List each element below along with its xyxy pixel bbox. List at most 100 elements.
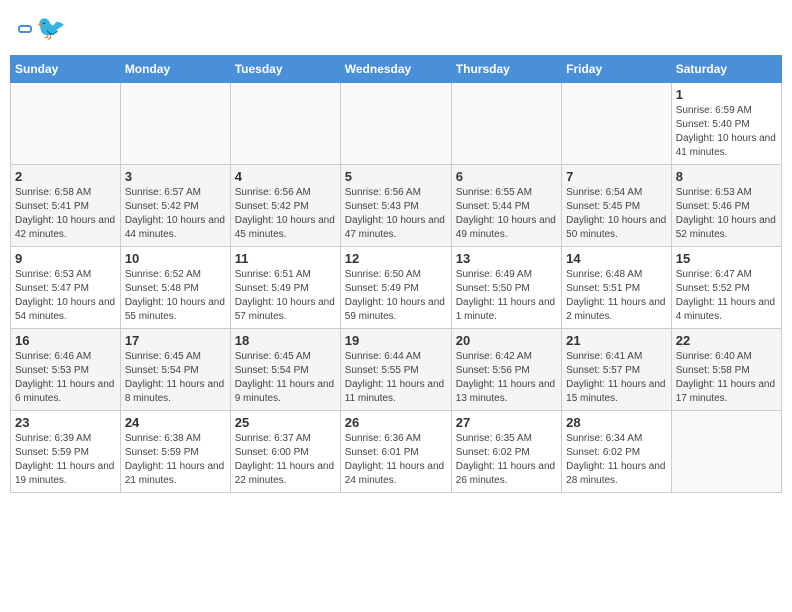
- day-number: 17: [125, 333, 226, 348]
- day-info: Sunrise: 6:52 AM Sunset: 5:48 PM Dayligh…: [125, 268, 226, 324]
- day-number: 25: [235, 415, 336, 430]
- day-number: 19: [345, 333, 447, 348]
- day-info: Sunrise: 6:40 AM Sunset: 5:58 PM Dayligh…: [676, 350, 777, 406]
- col-thursday: Thursday: [451, 56, 561, 83]
- calendar-cell: 2 Sunrise: 6:58 AM Sunset: 5:41 PM Daylig…: [11, 165, 121, 247]
- calendar-cell: 10 Sunrise: 6:52 AM Sunset: 5:48 PM Dayli…: [120, 247, 230, 329]
- day-number: 6: [456, 169, 557, 184]
- calendar-cell: 14 Sunrise: 6:48 AM Sunset: 5:51 PM Dayli…: [562, 247, 672, 329]
- day-number: 3: [125, 169, 226, 184]
- calendar-cell: 12 Sunrise: 6:50 AM Sunset: 5:49 PM Dayli…: [340, 247, 451, 329]
- day-info: Sunrise: 6:37 AM Sunset: 6:00 PM Dayligh…: [235, 432, 336, 488]
- calendar-cell: 21 Sunrise: 6:41 AM Sunset: 5:57 PM Dayli…: [562, 329, 672, 411]
- calendar-cell: 19 Sunrise: 6:44 AM Sunset: 5:55 PM Dayli…: [340, 329, 451, 411]
- calendar-cell: 23 Sunrise: 6:39 AM Sunset: 5:59 PM Dayli…: [11, 411, 121, 493]
- day-info: Sunrise: 6:56 AM Sunset: 5:43 PM Dayligh…: [345, 186, 447, 242]
- calendar-cell: 5 Sunrise: 6:56 AM Sunset: 5:43 PM Daylig…: [340, 165, 451, 247]
- calendar-cell: [11, 83, 121, 165]
- day-info: Sunrise: 6:46 AM Sunset: 5:53 PM Dayligh…: [15, 350, 116, 406]
- day-info: Sunrise: 6:39 AM Sunset: 5:59 PM Dayligh…: [15, 432, 116, 488]
- day-info: Sunrise: 6:53 AM Sunset: 5:46 PM Dayligh…: [676, 186, 777, 242]
- calendar-cell: 16Sunrise: 6:46 AM Sunset: 5:53 PM Dayli…: [11, 329, 121, 411]
- day-number: 28: [566, 415, 667, 430]
- day-info: Sunrise: 6:45 AM Sunset: 5:54 PM Dayligh…: [235, 350, 336, 406]
- day-number: 15: [676, 251, 777, 266]
- calendar-cell: 27 Sunrise: 6:35 AM Sunset: 6:02 PM Dayli…: [451, 411, 561, 493]
- day-info: Sunrise: 6:54 AM Sunset: 5:45 PM Dayligh…: [566, 186, 667, 242]
- calendar-cell: 11 Sunrise: 6:51 AM Sunset: 5:49 PM Dayli…: [230, 247, 340, 329]
- col-sunday: Sunday: [11, 56, 121, 83]
- day-info: Sunrise: 6:53 AM Sunset: 5:47 PM Dayligh…: [15, 268, 116, 324]
- calendar-cell: 3 Sunrise: 6:57 AM Sunset: 5:42 PM Daylig…: [120, 165, 230, 247]
- calendar-cell: 18Sunrise: 6:45 AM Sunset: 5:54 PM Dayli…: [230, 329, 340, 411]
- calendar-cell: 13Sunrise: 6:49 AM Sunset: 5:50 PM Dayli…: [451, 247, 561, 329]
- day-number: 21: [566, 333, 667, 348]
- calendar-cell: [562, 83, 672, 165]
- day-info: Sunrise: 6:50 AM Sunset: 5:49 PM Dayligh…: [345, 268, 447, 324]
- day-number: 11: [235, 251, 336, 266]
- calendar-week-row: 2 Sunrise: 6:58 AM Sunset: 5:41 PM Daylig…: [11, 165, 782, 247]
- day-number: 20: [456, 333, 557, 348]
- day-number: 1: [676, 87, 777, 102]
- calendar-cell: 4 Sunrise: 6:56 AM Sunset: 5:42 PM Daylig…: [230, 165, 340, 247]
- calendar-week-row: 9 Sunrise: 6:53 AM Sunset: 5:47 PM Daylig…: [11, 247, 782, 329]
- day-info: Sunrise: 6:35 AM Sunset: 6:02 PM Dayligh…: [456, 432, 557, 488]
- calendar-week-row: 16Sunrise: 6:46 AM Sunset: 5:53 PM Dayli…: [11, 329, 782, 411]
- calendar-week-row: 1 Sunrise: 6:59 AM Sunset: 5:40 PM Daylig…: [11, 83, 782, 165]
- day-info: Sunrise: 6:45 AM Sunset: 5:54 PM Dayligh…: [125, 350, 226, 406]
- day-number: 14: [566, 251, 667, 266]
- day-info: Sunrise: 6:44 AM Sunset: 5:55 PM Dayligh…: [345, 350, 447, 406]
- day-info: Sunrise: 6:41 AM Sunset: 5:57 PM Dayligh…: [566, 350, 667, 406]
- day-info: Sunrise: 6:51 AM Sunset: 5:49 PM Dayligh…: [235, 268, 336, 324]
- day-number: 7: [566, 169, 667, 184]
- calendar-header-row: Sunday Monday Tuesday Wednesday Thursday…: [11, 56, 782, 83]
- day-info: Sunrise: 6:59 AM Sunset: 5:40 PM Dayligh…: [676, 104, 777, 160]
- day-number: 2: [15, 169, 116, 184]
- day-number: 5: [345, 169, 447, 184]
- calendar-cell: 22 Sunrise: 6:40 AM Sunset: 5:58 PM Dayli…: [671, 329, 781, 411]
- col-monday: Monday: [120, 56, 230, 83]
- day-info: Sunrise: 6:34 AM Sunset: 6:02 PM Dayligh…: [566, 432, 667, 488]
- day-number: 23: [15, 415, 116, 430]
- calendar-cell: 6 Sunrise: 6:55 AM Sunset: 5:44 PM Daylig…: [451, 165, 561, 247]
- calendar-cell: [120, 83, 230, 165]
- logo: 🐦: [18, 14, 66, 43]
- day-number: 22: [676, 333, 777, 348]
- calendar-cell: 15 Sunrise: 6:47 AM Sunset: 5:52 PM Dayli…: [671, 247, 781, 329]
- day-info: Sunrise: 6:55 AM Sunset: 5:44 PM Dayligh…: [456, 186, 557, 242]
- calendar-week-row: 23 Sunrise: 6:39 AM Sunset: 5:59 PM Dayli…: [11, 411, 782, 493]
- day-number: 8: [676, 169, 777, 184]
- calendar-cell: 24Sunrise: 6:38 AM Sunset: 5:59 PM Dayli…: [120, 411, 230, 493]
- calendar-cell: 26Sunrise: 6:36 AM Sunset: 6:01 PM Dayli…: [340, 411, 451, 493]
- logo-bird-icon: 🐦: [36, 14, 66, 43]
- calendar-cell: 9 Sunrise: 6:53 AM Sunset: 5:47 PM Daylig…: [11, 247, 121, 329]
- calendar-cell: [671, 411, 781, 493]
- calendar-cell: 17 Sunrise: 6:45 AM Sunset: 5:54 PM Dayli…: [120, 329, 230, 411]
- day-number: 13: [456, 251, 557, 266]
- calendar-cell: [340, 83, 451, 165]
- day-number: 9: [15, 251, 116, 266]
- calendar-table: Sunday Monday Tuesday Wednesday Thursday…: [10, 55, 782, 493]
- calendar-cell: [451, 83, 561, 165]
- calendar-cell: 25 Sunrise: 6:37 AM Sunset: 6:00 PM Dayli…: [230, 411, 340, 493]
- day-info: Sunrise: 6:47 AM Sunset: 5:52 PM Dayligh…: [676, 268, 777, 324]
- col-wednesday: Wednesday: [340, 56, 451, 83]
- day-number: 12: [345, 251, 447, 266]
- col-saturday: Saturday: [671, 56, 781, 83]
- logo-box: [18, 25, 32, 33]
- col-friday: Friday: [562, 56, 672, 83]
- day-info: Sunrise: 6:56 AM Sunset: 5:42 PM Dayligh…: [235, 186, 336, 242]
- day-info: Sunrise: 6:58 AM Sunset: 5:41 PM Dayligh…: [15, 186, 116, 242]
- page-header: 🐦: [10, 10, 782, 47]
- day-number: 10: [125, 251, 226, 266]
- day-info: Sunrise: 6:48 AM Sunset: 5:51 PM Dayligh…: [566, 268, 667, 324]
- day-info: Sunrise: 6:36 AM Sunset: 6:01 PM Dayligh…: [345, 432, 447, 488]
- day-info: Sunrise: 6:57 AM Sunset: 5:42 PM Dayligh…: [125, 186, 226, 242]
- day-number: 27: [456, 415, 557, 430]
- calendar-cell: 8 Sunrise: 6:53 AM Sunset: 5:46 PM Daylig…: [671, 165, 781, 247]
- calendar-cell: 28 Sunrise: 6:34 AM Sunset: 6:02 PM Dayli…: [562, 411, 672, 493]
- calendar-cell: [230, 83, 340, 165]
- col-tuesday: Tuesday: [230, 56, 340, 83]
- day-number: 4: [235, 169, 336, 184]
- calendar-cell: 7 Sunrise: 6:54 AM Sunset: 5:45 PM Daylig…: [562, 165, 672, 247]
